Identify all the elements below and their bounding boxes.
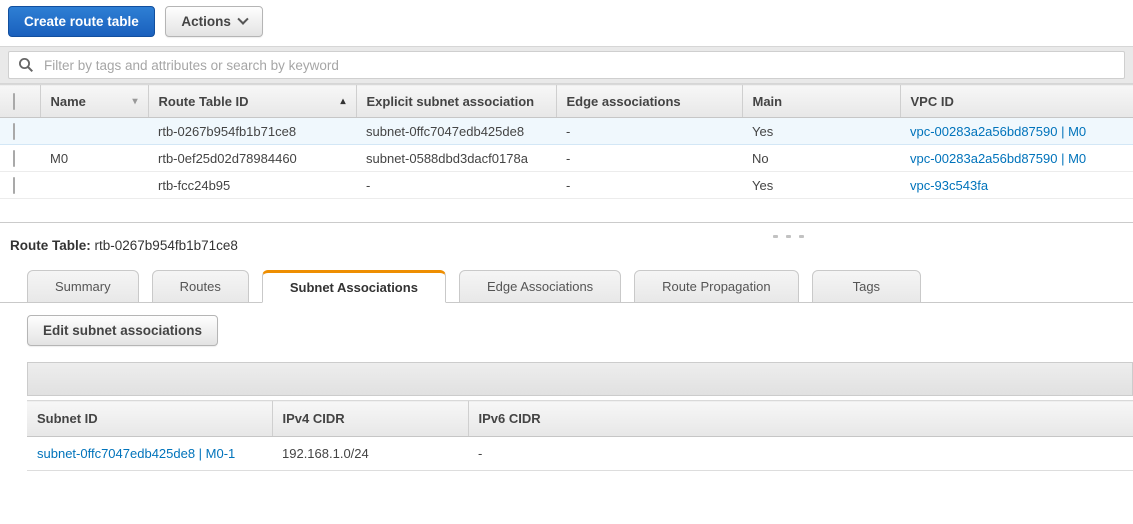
detail-route-table-id: rtb-0267b954fb1b71ce8 bbox=[94, 238, 238, 253]
drag-handle-icon[interactable] bbox=[773, 226, 812, 241]
actions-dropdown-button[interactable]: Actions bbox=[165, 6, 263, 37]
tab-tags[interactable]: Tags bbox=[811, 270, 922, 303]
chevron-down-icon bbox=[237, 13, 249, 25]
filter-input[interactable] bbox=[42, 56, 1115, 74]
cell-explicit-subnet-association: - bbox=[356, 171, 556, 199]
top-toolbar: Create route table Actions bbox=[0, 0, 1133, 44]
column-header-edge-associations[interactable]: Edge associations bbox=[555, 84, 742, 118]
subnet-associations-table: Subnet ID IPv4 CIDR IPv6 CIDR subnet-0ff… bbox=[27, 400, 1133, 471]
vpc-id-link[interactable]: vpc-00283a2a56bd87590 | M0 bbox=[910, 124, 1086, 139]
column-header-ipv4-cidr[interactable]: IPv4 CIDR bbox=[271, 400, 468, 437]
tab-routes[interactable]: Routes bbox=[151, 270, 249, 303]
column-header-explicit-subnet-association[interactable]: Explicit subnet association bbox=[355, 84, 556, 118]
edit-button-row: Edit subnet associations bbox=[27, 315, 1133, 346]
cell-main: No bbox=[742, 144, 900, 172]
subnet-id-link[interactable]: subnet-0ffc7047edb425de8 | M0-1 bbox=[37, 446, 235, 461]
cell-name: M0 bbox=[40, 144, 148, 172]
column-header-main[interactable]: Main bbox=[741, 84, 900, 118]
row-checkbox[interactable] bbox=[13, 122, 15, 140]
row-checkbox[interactable] bbox=[13, 176, 15, 194]
sort-caret-up-icon: ▴ bbox=[340, 95, 346, 107]
select-all-checkbox[interactable] bbox=[13, 92, 15, 110]
search-icon bbox=[19, 58, 34, 73]
column-header-vpc-id[interactable]: VPC ID bbox=[899, 84, 1133, 118]
vpc-id-link[interactable]: vpc-93c543fa bbox=[910, 178, 988, 193]
cell-edge-associations: - bbox=[556, 144, 742, 172]
detail-tabs: Summary Routes Subnet Associations Edge … bbox=[0, 270, 1133, 303]
cell-ipv6-cidr: - bbox=[468, 436, 1133, 471]
column-header-ipv6-cidr[interactable]: IPv6 CIDR bbox=[467, 400, 1133, 437]
cell-route-table-id: rtb-0267b954fb1b71ce8 bbox=[148, 117, 356, 145]
edit-subnet-associations-button[interactable]: Edit subnet associations bbox=[27, 315, 219, 346]
vpc-id-link[interactable]: vpc-00283a2a56bd87590 | M0 bbox=[910, 151, 1086, 166]
column-header-subnet-id[interactable]: Subnet ID bbox=[27, 400, 272, 437]
cell-ipv4-cidr: 192.168.1.0/24 bbox=[272, 436, 468, 471]
table-row[interactable]: rtb-0267b954fb1b71ce8 subnet-0ffc7047edb… bbox=[0, 117, 1133, 145]
cell-name bbox=[40, 171, 148, 199]
row-checkbox[interactable] bbox=[13, 149, 15, 167]
create-route-table-button[interactable]: Create route table bbox=[8, 6, 155, 37]
table-row[interactable]: rtb-fcc24b95 - - Yes vpc-93c543fa bbox=[0, 171, 1133, 199]
cell-main: Yes bbox=[742, 117, 900, 145]
tab-subnet-associations[interactable]: Subnet Associations bbox=[261, 270, 446, 303]
detail-title: Route Table: rtb-0267b954fb1b71ce8 bbox=[0, 232, 1133, 253]
detail-label: Route Table: bbox=[10, 238, 91, 253]
subnet-table-toolbar-band bbox=[27, 362, 1133, 396]
cell-route-table-id: rtb-0ef25d02d78984460 bbox=[148, 144, 356, 172]
cell-name bbox=[40, 117, 148, 145]
cell-explicit-subnet-association: subnet-0588dbd3dacf0178a bbox=[356, 144, 556, 172]
cell-main: Yes bbox=[742, 171, 900, 199]
cell-route-table-id: rtb-fcc24b95 bbox=[148, 171, 356, 199]
cell-edge-associations: - bbox=[556, 117, 742, 145]
route-tables-header-row: Name ▾ Route Table ID ▴ Explicit subnet as… bbox=[0, 84, 1133, 118]
split-pane-divider bbox=[0, 222, 1133, 238]
tab-edge-associations[interactable]: Edge Associations bbox=[458, 270, 622, 303]
table-row[interactable]: M0 rtb-0ef25d02d78984460 subnet-0588dbd3… bbox=[0, 144, 1133, 172]
column-header-name[interactable]: Name ▾ bbox=[39, 84, 148, 118]
filter-bar bbox=[0, 46, 1133, 84]
column-header-route-table-id[interactable]: Route Table ID ▴ bbox=[147, 84, 356, 118]
subnet-table-header-row: Subnet ID IPv4 CIDR IPv6 CIDR bbox=[27, 400, 1133, 437]
actions-label: Actions bbox=[181, 14, 231, 29]
cell-explicit-subnet-association: subnet-0ffc7047edb425de8 bbox=[356, 117, 556, 145]
subnet-associations-panel: Subnet ID IPv4 CIDR IPv6 CIDR subnet-0ff… bbox=[27, 362, 1133, 471]
tab-route-propagation[interactable]: Route Propagation bbox=[634, 270, 799, 303]
cell-edge-associations: - bbox=[556, 171, 742, 199]
tab-summary[interactable]: Summary bbox=[27, 270, 139, 303]
sort-caret-down-icon: ▾ bbox=[132, 95, 138, 107]
route-tables-table: Name ▾ Route Table ID ▴ Explicit subnet as… bbox=[0, 84, 1133, 199]
filter-input-wrap[interactable] bbox=[8, 51, 1125, 79]
table-row[interactable]: subnet-0ffc7047edb425de8 | M0-1 192.168.… bbox=[27, 436, 1133, 471]
